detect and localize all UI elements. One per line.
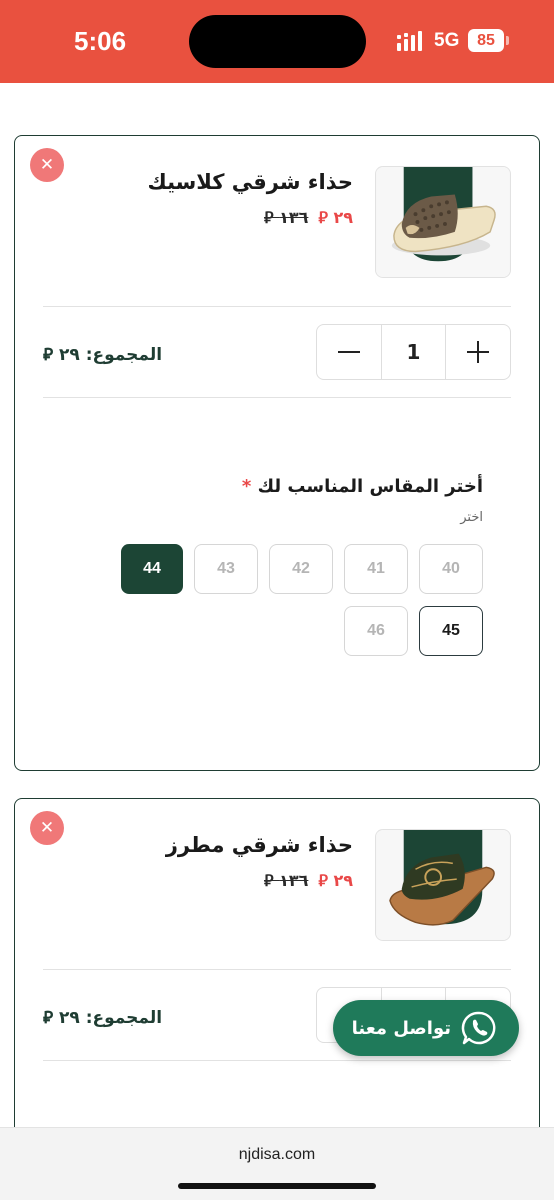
increase-quantity-button[interactable]	[446, 325, 510, 379]
signal-icon	[397, 31, 422, 51]
total-label: المجموع:	[85, 1008, 163, 1028]
price-row: ٢٩ ⃁ ١٣٦ ⃁	[264, 208, 353, 228]
home-indicator[interactable]	[178, 1183, 376, 1189]
quantity-value[interactable]: 1	[380, 325, 447, 379]
required-mark: *	[241, 476, 252, 497]
size-label: أختر المقاس المناسب لك *	[241, 476, 483, 497]
total-value: ٢٩	[59, 1008, 80, 1028]
browser-bottom-bar: njdisa.com	[0, 1127, 554, 1200]
size-option-44[interactable]: 44	[121, 544, 183, 594]
total-label: المجموع:	[85, 345, 163, 365]
riyal-icon: ⃁	[263, 871, 274, 890]
sale-price: ٢٩ ⃁	[318, 871, 353, 890]
size-hint: اختر	[460, 510, 483, 525]
riyal-icon: ⃁	[263, 208, 274, 227]
size-option-45[interactable]: 45	[419, 606, 483, 656]
product-image[interactable]	[375, 166, 511, 278]
cart-item-card: ✕ حذاء شرقي كلاسيك ٢٩ ⃁ ١٣٦ ⃁ 1	[14, 135, 540, 771]
cart-item-card: ✕ حذاء شرقي مطرز ٢٩ ⃁ ١٣٦ ⃁ المجموع: ٢٩ …	[14, 798, 540, 1138]
quantity-stepper: 1	[316, 324, 511, 380]
product-title[interactable]: حذاء شرقي مطرز	[166, 833, 353, 857]
size-option-42[interactable]: 42	[269, 544, 333, 594]
size-option-43[interactable]: 43	[194, 544, 258, 594]
close-icon: ✕	[39, 155, 55, 175]
divider	[43, 969, 511, 970]
line-total: المجموع: ٢٩ ⃁	[43, 343, 162, 365]
remove-item-button[interactable]: ✕	[30, 148, 64, 182]
riyal-icon: ⃁	[43, 345, 54, 365]
decrease-quantity-button[interactable]	[317, 325, 381, 379]
product-title[interactable]: حذاء شرقي كلاسيك	[148, 170, 353, 194]
minus-icon	[337, 351, 360, 353]
status-bar: 5:06 5G 85	[0, 0, 554, 83]
dynamic-island	[189, 15, 366, 68]
battery-icon: 85	[468, 29, 504, 52]
riyal-icon: ⃁	[318, 871, 328, 890]
status-time: 5:06	[74, 26, 127, 56]
product-image[interactable]	[375, 829, 511, 941]
sale-price: ٢٩ ⃁	[318, 208, 353, 227]
whatsapp-icon	[461, 1011, 496, 1045]
battery-tip	[506, 36, 509, 45]
close-icon: ✕	[39, 818, 55, 838]
remove-item-button[interactable]: ✕	[30, 811, 64, 845]
price-row: ٢٩ ⃁ ١٣٦ ⃁	[264, 871, 353, 891]
riyal-icon: ⃁	[318, 208, 328, 227]
network-type: 5G	[434, 30, 460, 51]
url-label[interactable]: njdisa.com	[0, 1146, 554, 1164]
plus-icon	[467, 341, 490, 363]
whatsapp-contact-button[interactable]: تواصل معنا	[333, 1000, 519, 1056]
divider	[43, 306, 511, 307]
size-option-40[interactable]: 40	[419, 544, 483, 594]
size-option-46[interactable]: 46	[344, 606, 408, 656]
riyal-icon: ⃁	[43, 1008, 54, 1028]
line-total: المجموع: ٢٩ ⃁	[43, 1006, 162, 1028]
divider	[43, 397, 511, 398]
original-price: ١٣٦ ⃁	[263, 871, 309, 890]
whatsapp-label: تواصل معنا	[351, 1017, 451, 1039]
size-option-41[interactable]: 41	[344, 544, 408, 594]
total-value: ٢٩	[59, 345, 80, 365]
original-price: ١٣٦ ⃁	[263, 208, 309, 227]
divider	[43, 1060, 511, 1061]
